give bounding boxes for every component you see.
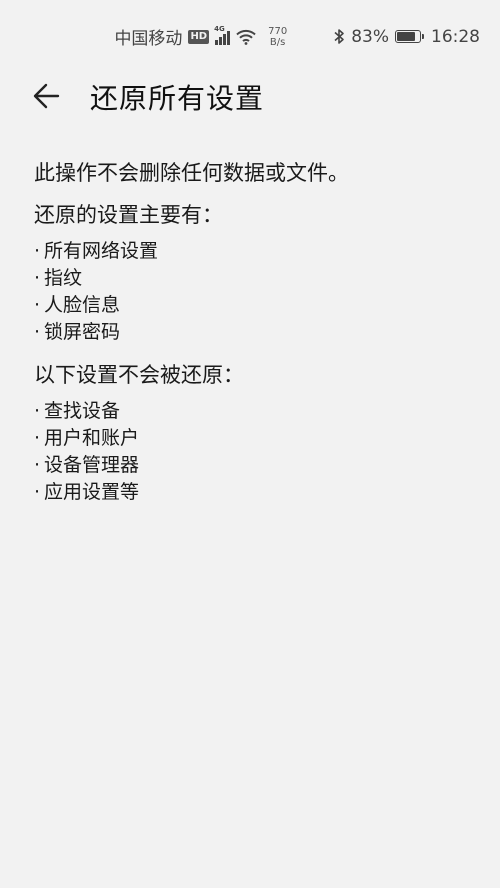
- battery-percent: 83%: [351, 26, 389, 47]
- list-item: · 所有网络设置: [34, 240, 159, 262]
- reset-list: · 所有网络设置 · 指纹 · 人脸信息 · 锁屏密码: [34, 238, 474, 346]
- main-content: 此操作不会删除任何数据或文件。 还原的设置主要有： · 所有网络设置 · 指纹 · 人…: [34, 156, 474, 506]
- keep-section-title: 以下设置不会被还原：: [34, 363, 244, 387]
- network-speed-value: 770: [268, 25, 288, 37]
- list-item: · 应用设置等: [34, 481, 140, 503]
- page-title: 还原所有设置: [90, 82, 265, 115]
- list-item: · 指纹: [34, 267, 83, 289]
- list-item: · 查找设备: [34, 400, 121, 422]
- list-item: · 锁屏密码: [34, 321, 121, 343]
- network-speed: 770 B/s: [268, 26, 287, 48]
- list-item: · 设备管理器: [34, 454, 140, 476]
- network-speed-unit: B/s: [269, 36, 286, 48]
- wifi-icon: [236, 29, 256, 45]
- list-item: · 人脸信息: [34, 294, 121, 316]
- battery-fill: [397, 32, 416, 41]
- carrier-name: 中国移动: [114, 29, 183, 49]
- keep-list: · 查找设备 · 用户和账户 · 设备管理器 · 应用设置等: [34, 398, 474, 506]
- back-button[interactable]: [28, 78, 72, 114]
- network-type-label: 4G: [214, 24, 225, 33]
- app-bar: 还原所有设置: [0, 72, 500, 122]
- status-bar-right: 中国移动 HD 4G 770 B/s 83% 16:28: [114, 24, 480, 50]
- battery-icon: [395, 30, 424, 43]
- intro-text: 此操作不会删除任何数据或文件。: [34, 161, 349, 185]
- hd-badge: HD: [188, 29, 210, 44]
- bluetooth-icon: [333, 28, 345, 45]
- list-item: · 用户和账户: [34, 427, 140, 449]
- reset-section-title: 还原的设置主要有：: [34, 203, 223, 227]
- arrow-left-icon: [33, 83, 60, 109]
- clock: 16:28: [431, 26, 480, 47]
- signal-icon: 4G: [214, 25, 231, 45]
- status-bar: 中国移动 HD 4G 770 B/s 83% 16:28: [0, 0, 500, 76]
